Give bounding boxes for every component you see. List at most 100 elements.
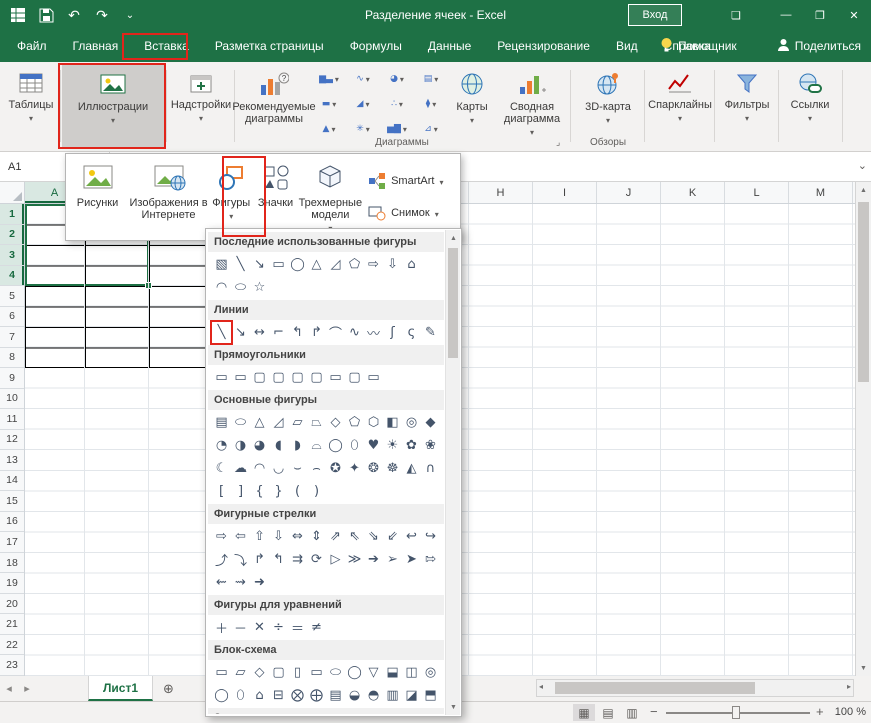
shape-item[interactable]: ≫ [345, 549, 364, 570]
shape-item[interactable]: ▷ [326, 549, 345, 570]
shape-item[interactable]: ▢ [269, 662, 288, 683]
shape-item[interactable]: ⇘ [364, 526, 383, 547]
shape-item[interactable]: ⬭ [231, 277, 250, 298]
shape-item[interactable]: ↰ [269, 549, 288, 570]
shape-item[interactable]: ▢ [269, 367, 288, 388]
shape-item[interactable]: } [269, 481, 288, 502]
close-button[interactable]: ✕ [837, 0, 871, 30]
zoom-level[interactable]: 100 % [828, 706, 866, 718]
shape-item[interactable]: ◆ [421, 412, 440, 433]
shape-item[interactable]: △ [307, 254, 326, 275]
menu-item-online-pictures[interactable]: Изображения в Интернете [127, 158, 210, 236]
shape-item[interactable]: ➜ [250, 572, 269, 593]
shape-item[interactable]: ◿ [269, 412, 288, 433]
column-header-J[interactable]: J [597, 182, 661, 203]
shape-item[interactable]: ∿ [345, 322, 364, 343]
shape-item[interactable]: ▯ [288, 662, 307, 683]
shape-item[interactable]: ) [307, 481, 326, 502]
shape-item[interactable]: ⇙ [383, 526, 402, 547]
shape-item[interactable]: ➤ [402, 549, 421, 570]
sheet-tab-list1[interactable]: Лист1 [88, 676, 153, 701]
shape-item[interactable]: ʃ [383, 322, 402, 343]
row-header-20[interactable]: 20 [0, 594, 24, 615]
minimize-button[interactable]: — [769, 0, 803, 30]
shape-item[interactable]: ⌂ [250, 685, 269, 706]
zoom-slider-thumb[interactable] [732, 706, 740, 719]
shape-item[interactable]: ◯ [345, 662, 364, 683]
shape-item[interactable]: ⬭ [231, 412, 250, 433]
row-header-16[interactable]: 16 [0, 512, 24, 533]
scroll-up-icon[interactable]: ▲ [856, 182, 871, 198]
shape-item[interactable]: ▤ [212, 412, 231, 433]
row-header-22[interactable]: 22 [0, 635, 24, 656]
shape-item[interactable]: ∩ [421, 458, 440, 479]
shape-item[interactable]: － [231, 617, 250, 638]
shape-item[interactable]: ◡ [269, 458, 288, 479]
shape-item[interactable]: ↘ [231, 322, 250, 343]
shape-item[interactable]: ♥ [364, 435, 383, 456]
shape-item[interactable]: ▢ [345, 367, 364, 388]
shape-item[interactable]: ⌓ [307, 435, 326, 456]
view-page-layout-button[interactable]: ▤ [597, 704, 619, 721]
row-header-23[interactable]: 23 [0, 655, 24, 676]
shape-item[interactable]: ▱ [231, 662, 250, 683]
row-header-4[interactable]: 4 [0, 266, 24, 287]
row-header-12[interactable]: 12 [0, 430, 24, 451]
column-header-H[interactable]: H [469, 182, 533, 203]
shape-item[interactable]: ◓ [364, 685, 383, 706]
shape-item[interactable]: ⇦ [231, 526, 250, 547]
shape-item[interactable]: ◎ [421, 662, 440, 683]
shape-item[interactable]: ☁ [231, 458, 250, 479]
vertical-scroll-thumb[interactable] [858, 202, 869, 382]
menu-item-screenshot[interactable]: Снимок ▾ [362, 204, 458, 222]
formula-bar-expand-icon[interactable]: ⌄ [858, 159, 867, 172]
shape-item[interactable]: ↱ [250, 549, 269, 570]
shape-item[interactable]: ⏢ [307, 412, 326, 433]
shape-item[interactable]: ◠ [212, 277, 231, 298]
menu-item-3d-models[interactable]: Трехмерные модели ▾ [299, 158, 363, 236]
row-header-15[interactable]: 15 [0, 491, 24, 512]
tab-Вид[interactable]: Вид [603, 30, 651, 62]
shape-item[interactable]: ▭ [231, 367, 250, 388]
shapes-scroll-thumb[interactable] [448, 248, 458, 358]
shape-item[interactable]: ◯ [288, 254, 307, 275]
shape-item[interactable]: ⇩ [383, 254, 402, 275]
shape-item[interactable]: ⬒ [421, 685, 440, 706]
tab-Главная[interactable]: Главная [60, 30, 132, 62]
shape-item[interactable]: ✎ [421, 322, 440, 343]
shape-item[interactable]: [ [212, 481, 231, 502]
pie-chart-button[interactable]: ◕▾ [380, 66, 414, 91]
shape-item[interactable]: ⟳ [307, 549, 326, 570]
shape-item[interactable]: ◫ [402, 662, 421, 683]
shape-item[interactable]: ◧ [383, 412, 402, 433]
shape-item[interactable]: ⇔ [288, 526, 307, 547]
shape-item[interactable]: ◪ [402, 685, 421, 706]
share-button[interactable]: Поделиться [777, 30, 861, 62]
row-header-14[interactable]: 14 [0, 471, 24, 492]
shape-item[interactable]: ▧ [212, 254, 231, 275]
shape-item[interactable]: ⇨ [364, 254, 383, 275]
shape-item[interactable]: ☀ [383, 435, 402, 456]
scroll-down-icon[interactable]: ▼ [856, 660, 871, 676]
shape-item[interactable]: ◯ [326, 435, 345, 456]
row-header-11[interactable]: 11 [0, 409, 24, 430]
shape-item[interactable]: △ [250, 412, 269, 433]
shape-item[interactable]: ⌢ [307, 458, 326, 479]
shape-item[interactable]: ＋ [212, 617, 231, 638]
shape-item[interactable]: ⇝ [231, 572, 250, 593]
ribbon-button-illustrations[interactable]: Иллюстрации ▾ [62, 64, 164, 148]
hierarchy-chart-button[interactable]: ▤▾ [414, 66, 448, 91]
sheet-nav-prev-icon[interactable]: ◂ [0, 682, 18, 695]
shape-item[interactable]: ▭ [307, 662, 326, 683]
shape-item[interactable]: ↰ [288, 322, 307, 343]
row-header-2[interactable]: 2 [0, 225, 24, 246]
view-normal-button[interactable]: ▦ [573, 704, 595, 721]
shape-item[interactable]: ⬓ [383, 662, 402, 683]
shape-item[interactable]: ◠ [250, 458, 269, 479]
shape-item[interactable]: ▥ [383, 685, 402, 706]
shape-item[interactable]: ↔ [250, 322, 269, 343]
shape-item[interactable]: ❂ [364, 458, 383, 479]
horizontal-scrollbar[interactable]: ◂ ▸ [536, 679, 854, 697]
shape-item[interactable]: ⇉ [288, 549, 307, 570]
shape-item[interactable]: ς [402, 322, 421, 343]
